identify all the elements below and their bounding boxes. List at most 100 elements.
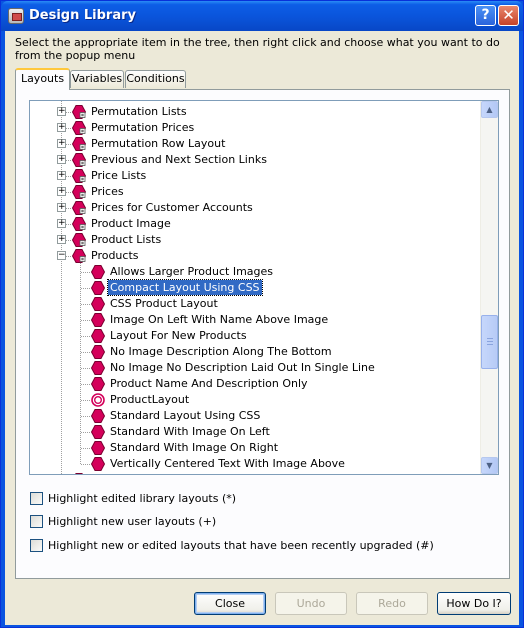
library-folder-icon — [71, 121, 87, 135]
chevron-down-icon: ▼ — [486, 461, 493, 470]
tree-item-product-image[interactable]: + Product Image — [30, 216, 480, 232]
checkbox[interactable] — [30, 539, 43, 552]
close-x-icon: ✕ — [502, 6, 515, 24]
tree-layout-product-name-and-description-only[interactable]: Product Name And Description Only — [30, 376, 480, 392]
tree-item-label: Permutation Lists — [91, 105, 187, 118]
user-layout-ring-icon — [91, 393, 105, 407]
tree-layout-allows-larger-product-images[interactable]: Allows Larger Product Images — [30, 264, 480, 280]
tree-item-label: Image On Left With Name Above Image — [110, 313, 329, 326]
checkbox[interactable] — [30, 515, 43, 528]
expand-icon[interactable]: + — [57, 187, 66, 196]
library-folder-icon — [71, 153, 87, 167]
tree-item-product-lists[interactable]: + Product Lists — [30, 232, 480, 248]
redo-button[interactable]: Redo — [356, 592, 428, 615]
tree-item-label: No Image Description Along The Bottom — [110, 345, 332, 358]
library-folder-icon — [71, 185, 87, 199]
tree-layout-css-product-layout[interactable]: CSS Product Layout — [30, 296, 480, 312]
tree-item-prices[interactable]: + Prices — [30, 184, 480, 200]
tree-item-quick-search-bar[interactable]: +Quick Search Bar — [30, 472, 480, 474]
library-folder-icon — [71, 105, 87, 119]
layout-hex-icon — [90, 425, 106, 439]
tree-item-label: No Image No Description Laid Out In Sing… — [110, 361, 375, 374]
tab-conditions[interactable]: Conditions — [125, 70, 186, 88]
expand-icon[interactable]: + — [57, 123, 66, 132]
design-library-window: Design Library ? ✕ Select the appropriat… — [0, 0, 524, 628]
tree-scrollbar[interactable]: ▲ ▼ — [480, 101, 498, 474]
tree-item-products[interactable]: − Products — [30, 248, 480, 264]
tree-layout-layout-for-new-products[interactable]: Layout For New Products — [30, 328, 480, 344]
tree-item-label: Standard With Image On Right — [110, 441, 279, 454]
tree-layout-vertically-centered-text-with-image-above[interactable]: Vertically Centered Text With Image Abov… — [30, 456, 480, 472]
layout-hex-icon — [90, 377, 106, 391]
expand-icon[interactable]: + — [57, 219, 66, 228]
expand-icon[interactable]: + — [57, 155, 66, 164]
tree-item-label: Permutation Row Layout — [91, 137, 226, 150]
tree-layout-no-image-no-description-laid-out-in-single-line[interactable]: No Image No Description Laid Out In Sing… — [30, 360, 480, 376]
tree-item-permutation-prices[interactable]: + Permutation Prices — [30, 120, 480, 136]
layout-hex-icon — [90, 345, 106, 359]
tree-item-label: Standard With Image On Left — [110, 425, 270, 438]
chevron-up-icon: ▲ — [486, 105, 493, 114]
tree-layout-standard-with-image-on-right[interactable]: Standard With Image On Right — [30, 440, 480, 456]
tree-item-label: Prices for Customer Accounts — [91, 201, 253, 214]
library-folder-icon — [71, 233, 87, 247]
tree-item-label: Quick Search Bar — [89, 472, 188, 474]
library-folder-icon — [72, 473, 86, 474]
window-title: Design Library — [29, 8, 137, 23]
undo-button[interactable]: Undo — [275, 592, 347, 615]
scroll-down-button[interactable]: ▼ — [481, 457, 498, 474]
tree-item-label: Product Lists — [91, 233, 162, 246]
close-window-button[interactable]: ✕ — [498, 5, 519, 26]
expand-icon[interactable]: + — [57, 203, 66, 212]
tree-layout-compact-layout-using-css[interactable]: Compact Layout Using CSS — [30, 279, 480, 296]
tree-item-label: CSS Product Layout — [110, 297, 218, 310]
option-label: Highlight new or edited layouts that hav… — [48, 539, 434, 552]
library-folder-icon — [71, 249, 87, 263]
layout-tree[interactable]: + Permutation Lists + Permutation Prices + Pe… — [29, 100, 499, 475]
tree-layout-productlayout[interactable]: ProductLayout — [30, 392, 480, 408]
dialog-body: Select the appropriate item in the tree,… — [5, 31, 519, 625]
tree-item-label: Layout For New Products — [110, 329, 247, 342]
library-folder-icon — [71, 137, 87, 151]
expand-icon[interactable]: + — [57, 171, 66, 180]
layout-hex-icon — [90, 441, 106, 455]
help-button[interactable]: ? — [475, 5, 496, 26]
expand-icon[interactable]: + — [57, 139, 66, 148]
title-bar[interactable]: Design Library ? ✕ — [1, 1, 523, 31]
scroll-up-button[interactable]: ▲ — [481, 101, 498, 118]
expand-icon[interactable]: + — [57, 107, 66, 116]
library-folder-icon — [71, 217, 87, 231]
tree-item-label: Previous and Next Section Links — [91, 153, 267, 166]
tree-layout-standard-layout-using-css[interactable]: Standard Layout Using CSS — [30, 408, 480, 424]
tab-panel-layouts: + Permutation Lists + Permutation Prices + Pe… — [15, 89, 510, 579]
tree-item-label: ProductLayout — [110, 393, 190, 406]
tree-item-previous-and-next-section-links[interactable]: + Previous and Next Section Links — [30, 152, 480, 168]
tree-layout-image-on-left-with-name-above-image[interactable]: Image On Left With Name Above Image — [30, 312, 480, 328]
tree-layout-no-image-description-along-the-bottom[interactable]: No Image Description Along The Bottom — [30, 344, 480, 360]
tab-layouts[interactable]: Layouts — [15, 68, 70, 90]
layout-hex-icon — [90, 329, 106, 343]
tree-item-label: Price Lists — [91, 169, 147, 182]
tree-item-label: Standard Layout Using CSS — [110, 409, 261, 422]
tree-item-label: Product Name And Description Only — [110, 377, 308, 390]
scroll-thumb[interactable] — [481, 315, 498, 369]
tree-item-label: Prices — [91, 185, 124, 198]
tree-layout-standard-with-image-on-left[interactable]: Standard With Image On Left — [30, 424, 480, 440]
tab-variables[interactable]: Variables — [70, 70, 124, 88]
tree-item-label: Permutation Prices — [91, 121, 195, 134]
how-do-i-button[interactable]: How Do I? — [437, 592, 511, 615]
close-button[interactable]: Close — [194, 592, 266, 615]
tree-item-permutation-lists[interactable]: + Permutation Lists — [30, 104, 480, 120]
layout-hex-icon — [90, 313, 106, 327]
tree-item-price-lists[interactable]: + Price Lists — [30, 168, 480, 184]
checkbox[interactable] — [30, 492, 43, 505]
layout-hex-icon — [90, 409, 106, 423]
collapse-icon[interactable]: − — [57, 251, 66, 260]
library-folder-icon — [71, 201, 87, 215]
expand-icon[interactable]: + — [57, 235, 66, 244]
layout-hex-icon — [90, 265, 106, 279]
tree-item-label: Products — [91, 249, 139, 262]
tree-item-prices-for-customer-accounts[interactable]: + Prices for Customer Accounts — [30, 200, 480, 216]
tree-item-permutation-row-layout[interactable]: + Permutation Row Layout — [30, 136, 480, 152]
layout-hex-icon — [90, 361, 106, 375]
